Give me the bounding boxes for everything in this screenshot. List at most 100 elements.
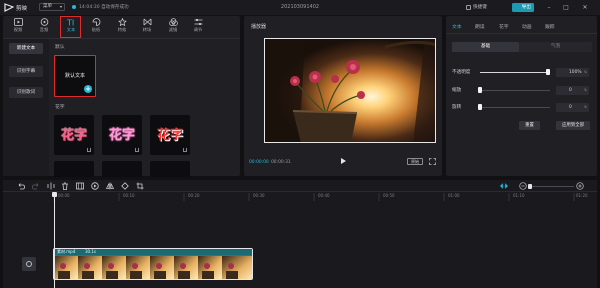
tab-transition[interactable]: 转场 xyxy=(136,17,158,37)
tab-adjust[interactable]: 调节 xyxy=(187,17,209,37)
apply-to-all-button[interactable]: 应用到全部 xyxy=(556,121,590,130)
aspect-ratio-button[interactable]: 原始 xyxy=(407,158,423,165)
opacity-value: 100% xyxy=(569,70,582,75)
flower-text-card[interactable] xyxy=(102,161,142,177)
flower-text-card[interactable]: 花字 xyxy=(102,115,142,155)
zoom-slider-thumb[interactable] xyxy=(528,183,532,189)
section-title-default: 默认 xyxy=(55,45,65,50)
freeze-frame-icon[interactable] xyxy=(76,182,84,190)
text-sidebar xyxy=(3,39,49,176)
rotation-input[interactable]: 0 ⇅ xyxy=(556,103,589,112)
split-icon[interactable] xyxy=(47,182,55,190)
app-logo-icon xyxy=(4,3,14,12)
segment-bubble[interactable]: 气泡 xyxy=(519,42,592,52)
properties-panel xyxy=(446,16,597,176)
zoom-out-icon[interactable] xyxy=(519,182,527,190)
prop-tab-animation[interactable]: 动画 xyxy=(522,23,532,30)
main-track-cover-icon[interactable] xyxy=(22,257,36,271)
flower-text-card[interactable]: 花字 xyxy=(54,115,94,155)
prop-tab-flower-text[interactable]: 花字 xyxy=(499,23,509,30)
menu-label: 菜单 xyxy=(43,4,52,9)
fullscreen-icon[interactable] xyxy=(429,158,436,165)
stepper-icon[interactable]: ⇅ xyxy=(584,103,587,112)
divider xyxy=(446,33,597,34)
reverse-icon[interactable] xyxy=(91,182,99,190)
ruler-tick-label: 00:20 xyxy=(188,193,200,198)
opacity-slider-fill xyxy=(480,72,548,74)
shortcut-button[interactable]: 快捷键 xyxy=(464,3,500,12)
save-status: 14:04:30 自动保存成功 xyxy=(79,5,129,10)
ruler-tick-label: 01:20 xyxy=(576,193,588,198)
scale-label: 缩放 xyxy=(452,88,462,93)
tab-audio[interactable]: 音频 xyxy=(33,17,55,37)
stepper-icon[interactable]: ⇅ xyxy=(584,68,587,77)
flower-text-card[interactable]: 花字 xyxy=(150,115,190,155)
scale-input[interactable]: 0 ⇅ xyxy=(556,86,589,95)
download-icon xyxy=(183,148,187,152)
clip-duration: 30.1s xyxy=(85,249,96,254)
tab-label: 特效 xyxy=(117,27,127,32)
stepper-icon[interactable]: ⇅ xyxy=(584,86,587,95)
audio-icon xyxy=(40,18,48,26)
delete-icon[interactable] xyxy=(61,182,69,190)
add-icon[interactable]: + xyxy=(84,85,92,93)
ruler-tick-label: 01:10 xyxy=(513,193,525,198)
sidebar-item-recognize-subtitles[interactable]: 识别字幕 xyxy=(9,66,43,77)
video-icon xyxy=(13,18,23,26)
adjust-icon xyxy=(194,18,202,26)
segment-basic[interactable]: 基础 xyxy=(452,42,519,52)
prop-tab-tracking[interactable]: 跟踪 xyxy=(545,23,555,30)
opacity-label: 不透明度 xyxy=(452,70,471,75)
opacity-slider-thumb[interactable] xyxy=(546,69,550,75)
crop-icon[interactable] xyxy=(136,182,144,190)
download-icon xyxy=(135,148,139,152)
flower-text-card[interactable] xyxy=(54,161,94,177)
app-name: 剪映 xyxy=(16,6,28,12)
export-button[interactable]: 导出 xyxy=(512,3,534,12)
project-title: 202103091402 xyxy=(280,4,320,10)
menu-button[interactable]: 菜单 ▾ xyxy=(39,3,65,11)
flower-text-card[interactable] xyxy=(150,161,190,177)
ruler-tick-label: 01:00 xyxy=(448,193,460,198)
redo-icon[interactable] xyxy=(32,182,40,190)
rotation-slider-thumb[interactable] xyxy=(478,104,482,110)
transition-icon xyxy=(143,18,151,26)
zoom-slider-track[interactable] xyxy=(530,185,574,187)
snap-icon[interactable] xyxy=(500,182,508,190)
opacity-input[interactable]: 100% ⇅ xyxy=(556,68,589,77)
close-icon[interactable]: ✕ xyxy=(580,3,590,12)
download-icon xyxy=(87,148,91,152)
filter-icon xyxy=(168,18,178,26)
tab-filter[interactable]: 滤镜 xyxy=(162,17,184,37)
tab-label: 滤镜 xyxy=(168,27,178,32)
scale-slider-track[interactable] xyxy=(480,90,550,92)
prop-tab-text[interactable]: 文本 xyxy=(452,23,462,30)
video-frame-image xyxy=(265,39,435,142)
play-icon[interactable] xyxy=(339,157,347,165)
rotate-icon[interactable] xyxy=(121,182,129,190)
sidebar-item-recognize-lyrics[interactable]: 识别歌词 xyxy=(9,87,43,98)
minimize-icon[interactable]: – xyxy=(544,3,554,12)
playhead[interactable] xyxy=(54,193,55,288)
clip-header xyxy=(54,249,252,255)
tab-label: 视频 xyxy=(13,27,23,32)
tab-label: 贴纸 xyxy=(91,27,101,32)
ruler-tick-label: 00:00 xyxy=(58,193,70,198)
tab-video[interactable]: 视频 xyxy=(7,17,29,37)
zoom-in-icon[interactable] xyxy=(576,182,584,190)
sidebar-item-new-text[interactable]: 新建文本 xyxy=(9,43,43,54)
mirror-icon[interactable] xyxy=(106,182,114,190)
tab-text-highlight xyxy=(60,16,81,38)
current-time: 00:00:00 xyxy=(249,160,269,165)
prop-tab-read-aloud[interactable]: 朗读 xyxy=(475,23,485,30)
tab-sticker[interactable]: 贴纸 xyxy=(85,17,107,37)
tab-effects[interactable]: 特效 xyxy=(111,17,133,37)
undo-icon[interactable] xyxy=(17,182,25,190)
tab-label: 调节 xyxy=(193,27,203,32)
maximize-icon[interactable]: □ xyxy=(561,3,571,12)
video-preview[interactable] xyxy=(264,38,436,143)
scale-slider-thumb[interactable] xyxy=(478,87,482,93)
reset-button[interactable]: 重置 xyxy=(519,121,540,130)
rotation-slider-track[interactable] xyxy=(480,107,550,109)
flower-text-sample: 花字 xyxy=(108,128,135,143)
